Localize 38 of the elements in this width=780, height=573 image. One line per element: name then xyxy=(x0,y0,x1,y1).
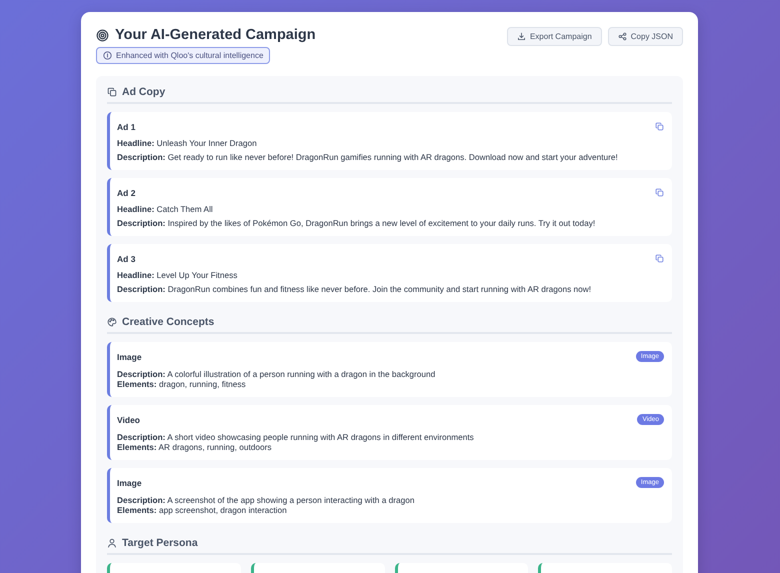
download-icon xyxy=(516,32,526,41)
palette-icon xyxy=(107,317,117,327)
copy-icon xyxy=(655,188,664,197)
copy-button[interactable] xyxy=(655,188,664,197)
field-text: Headline: Level Up Your Fitness xyxy=(117,270,238,280)
copy-icon xyxy=(655,122,664,131)
share-icon xyxy=(618,32,627,41)
copy-button[interactable] xyxy=(655,254,664,263)
field-text: Description: A screenshot of the app showing a person interacting with a dragon xyxy=(117,495,416,505)
export-button[interactable]: Export Campaign xyxy=(506,27,602,46)
page-title: Your AI-Generated Campaign xyxy=(115,26,316,44)
ad-title: Ad 2 xyxy=(117,188,136,198)
concept-title: Image xyxy=(117,478,142,488)
section-title: Target Persona xyxy=(122,537,198,549)
section-title: Ad Copy xyxy=(122,86,166,98)
info-icon xyxy=(103,51,112,60)
concept-title: Image xyxy=(117,352,142,362)
field-text: Description: Get ready to run like never before! DragonRun gamifies running with AR dragons. Download now and start your adventure! xyxy=(117,152,619,162)
copy-icon xyxy=(655,254,664,263)
person-icon xyxy=(107,538,117,548)
copy-icon xyxy=(107,87,117,97)
section-title: Creative Concepts xyxy=(122,316,214,328)
field-text: Headline: Unleash Your Inner Dragon xyxy=(117,138,258,148)
field-text: Elements: app screenshot, dragon interaction xyxy=(117,505,288,515)
field-text: Description: A colorful illustration of a person running with a dragon in the background xyxy=(117,369,436,379)
field-text: Elements: dragon, running, fitness xyxy=(117,379,247,389)
ad-title: Ad 3 xyxy=(117,254,136,264)
badge-text: Enhanced with Qloo's cultural intelligence xyxy=(116,51,264,60)
field-text: Description: DragonRun combines fun and fitness like never before. Join the community and start running with AR dragons now! xyxy=(117,284,592,294)
field-text: Description: Inspired by the likes of Pokémon Go, DragonRun brings a new level of excitement to your daily runs. Try it out today! xyxy=(117,218,596,228)
field-text: Headline: Catch Them All xyxy=(117,204,214,214)
copy-json-button[interactable]: Copy JSON xyxy=(608,27,683,46)
copy-button[interactable] xyxy=(655,122,664,131)
field-text: Description: A short video showcasing people running with AR dragons in different environments xyxy=(117,432,475,442)
concept-title: Video xyxy=(117,414,140,424)
ad-title: Ad 1 xyxy=(117,122,136,132)
target-icon xyxy=(96,28,109,42)
field-text: Elements: AR dragons, running, outdoors xyxy=(117,442,273,452)
